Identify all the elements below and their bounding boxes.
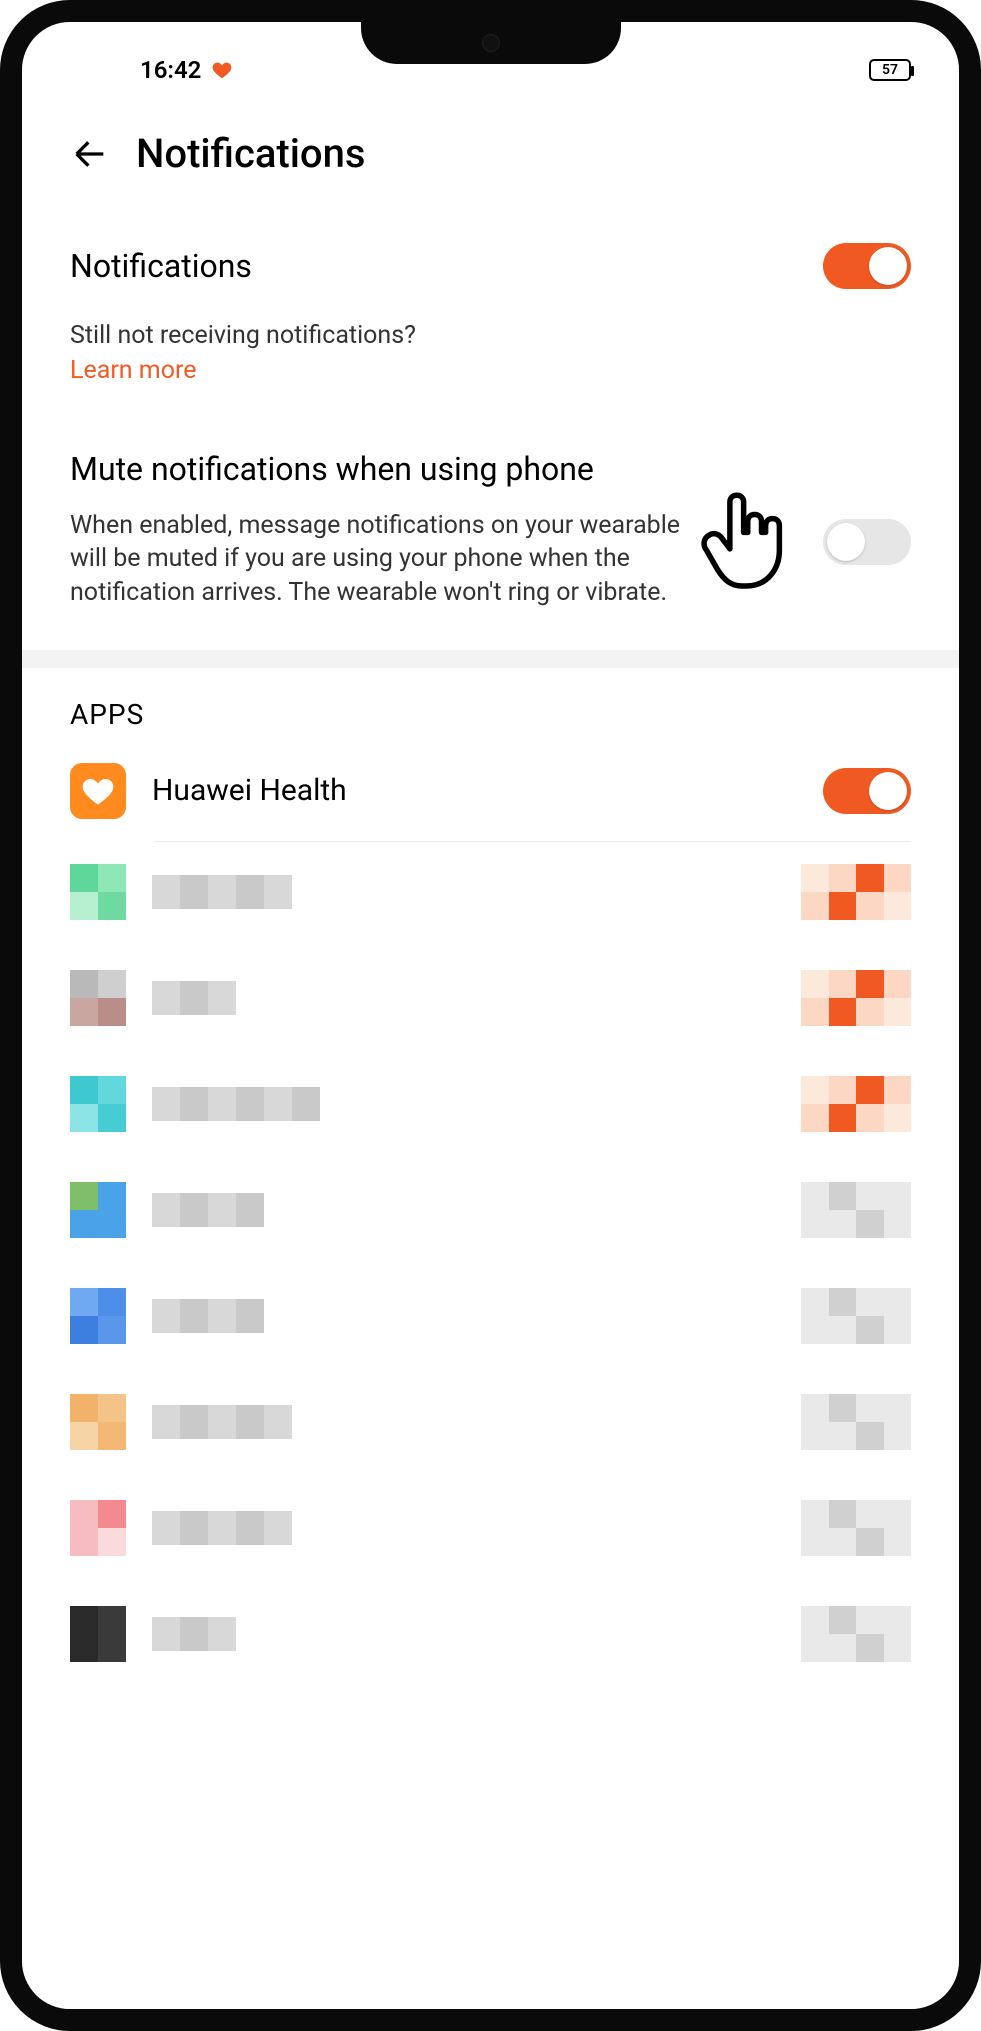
blurred-app-icon	[70, 1288, 126, 1344]
page-title: Notifications	[136, 130, 365, 177]
battery-level: 57	[882, 62, 898, 78]
huawei-health-icon	[70, 763, 126, 819]
blurred-app-row[interactable]	[22, 948, 959, 1048]
screen: 16:42 57 Notifications Notificat	[22, 22, 959, 2009]
blurred-app-label	[152, 1193, 264, 1227]
volume-down-button	[959, 602, 967, 782]
volume-up-button	[959, 402, 967, 582]
mute-description: When enabled, message notifications on y…	[70, 509, 710, 610]
blurred-app-label	[152, 981, 236, 1015]
blurred-app-icon	[70, 970, 126, 1026]
blurred-app-toggle[interactable]	[801, 1076, 911, 1132]
blurred-app-icon	[70, 1182, 126, 1238]
blurred-app-row[interactable]	[22, 1372, 959, 1472]
blurred-app-toggle[interactable]	[801, 864, 911, 920]
blurred-app-toggle[interactable]	[801, 1394, 911, 1450]
blurred-app-icon	[70, 1394, 126, 1450]
blurred-app-label	[152, 1087, 320, 1121]
blurred-app-toggle[interactable]	[801, 1606, 911, 1662]
blurred-app-label	[152, 1405, 292, 1439]
app-row-huawei-health[interactable]: Huawei Health	[22, 741, 959, 841]
app-name-label: Huawei Health	[152, 773, 797, 808]
pointer-hand-icon	[700, 487, 790, 597]
blurred-app-label	[152, 1617, 236, 1651]
mute-title: Mute notifications when using phone	[70, 449, 670, 491]
notifications-help-text: Still not receiving notifications?	[70, 321, 911, 350]
app-toggle-huawei-health[interactable]	[823, 768, 911, 814]
blurred-app-label	[152, 875, 292, 909]
blurred-app-icon	[70, 1076, 126, 1132]
blurred-app-icon	[70, 1500, 126, 1556]
blurred-app-label	[152, 1299, 264, 1333]
phone-frame: 16:42 57 Notifications Notificat	[0, 0, 981, 2031]
power-button	[959, 842, 967, 962]
blurred-app-toggle[interactable]	[801, 1288, 911, 1344]
blurred-app-row[interactable]	[22, 1160, 959, 1260]
blurred-app-row[interactable]	[22, 1266, 959, 1366]
blurred-app-row[interactable]	[22, 1478, 959, 1578]
notifications-label: Notifications	[70, 247, 252, 285]
battery-indicator: 57	[869, 59, 911, 81]
blurred-app-toggle[interactable]	[801, 1500, 911, 1556]
blurred-app-row[interactable]	[22, 1054, 959, 1154]
blurred-app-label	[152, 1511, 292, 1545]
notifications-row[interactable]: Notifications	[70, 231, 911, 301]
blurred-app-row[interactable]	[22, 1584, 959, 1684]
apps-header: APPS	[22, 668, 959, 741]
back-button[interactable]	[70, 134, 110, 174]
mute-toggle[interactable]	[823, 519, 911, 565]
blurred-app-icon	[70, 1606, 126, 1662]
page-header: Notifications	[22, 90, 959, 207]
blurred-app-toggle[interactable]	[801, 970, 911, 1026]
health-status-icon	[211, 59, 233, 81]
phone-notch	[361, 22, 621, 64]
blurred-app-toggle[interactable]	[801, 1182, 911, 1238]
learn-more-link[interactable]: Learn more	[70, 356, 196, 385]
status-time: 16:42	[140, 56, 201, 84]
section-divider	[22, 650, 959, 668]
content-scroll[interactable]: Notifications Still not receiving notifi…	[22, 207, 959, 2009]
blurred-app-list	[22, 842, 959, 1684]
blurred-app-row[interactable]	[22, 842, 959, 942]
notifications-toggle[interactable]	[823, 243, 911, 289]
blurred-app-icon	[70, 864, 126, 920]
